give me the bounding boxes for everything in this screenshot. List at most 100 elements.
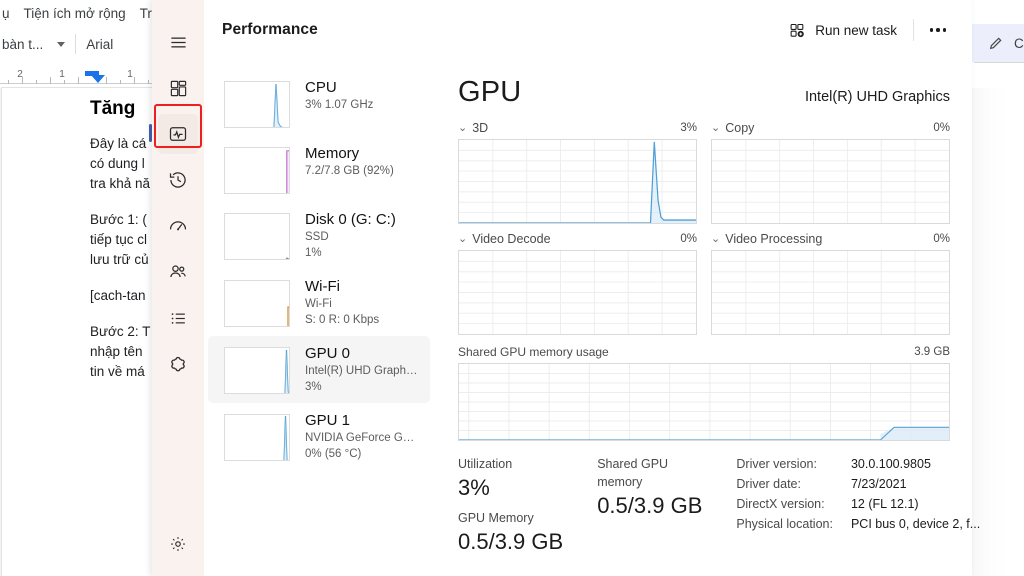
docs-style-dropdown[interactable]: bàn t... (2, 37, 66, 52)
sidebar-item-users[interactable] (158, 252, 198, 292)
engine-label: Copy (725, 121, 755, 135)
shared-memory-header: Shared GPU memory usage 3.9 GB (458, 345, 950, 359)
graph-canvas-copy (711, 139, 950, 224)
run-new-task-button[interactable]: Run new task (779, 16, 907, 45)
utilization-label: Utilization (458, 457, 513, 471)
docs-editing-mode-bar[interactable]: C (966, 24, 1024, 62)
sidebar-item-app-history[interactable] (158, 160, 198, 200)
cpu-thumbnail-chart (224, 81, 290, 128)
indent-marker[interactable] (91, 75, 105, 83)
list-item-cpu[interactable]: CPU 3% 1.07 GHz (208, 70, 430, 136)
docs-ruler[interactable]: 2 1 1 (0, 66, 160, 88)
device-detail-1: 7.2/7.8 GB (92%) (305, 165, 394, 177)
sidebar-item-services[interactable] (158, 344, 198, 384)
graph-canvas-video-processing (711, 250, 950, 335)
gpu-memory-value: 0.5/3.9 GB (458, 529, 564, 554)
docs-right-separator (974, 62, 1024, 63)
graph-canvas-3d (458, 139, 697, 224)
device-meta: Wi-Fi Wi-Fi S: 0 R: 0 Kbps (305, 277, 379, 328)
shared-memory-label: Shared GPU memory usage (458, 345, 609, 359)
docs-menu-item-1[interactable]: Tiện ích mở rộng (24, 6, 126, 21)
processes-icon (170, 80, 186, 96)
header-divider (913, 19, 914, 41)
ruler-tick (106, 77, 107, 84)
engine-graph-video-processing: ⌄ Video Processing 0% (711, 232, 950, 335)
graph-header[interactable]: ⌄ Copy 0% (711, 121, 950, 135)
users-icon (170, 265, 186, 278)
shared-memory-graph (458, 363, 950, 441)
ruler-tick (50, 77, 51, 84)
ruler-tick (36, 80, 37, 84)
gpu-detail-pane: GPU Intel(R) UHD Graphics ⌄ 3D 3% ⌄ Copy… (434, 60, 980, 576)
device-name: Disk 0 (G: C:) (305, 211, 396, 228)
speedometer-icon (169, 221, 187, 231)
device-name: GPU 1 (305, 412, 351, 429)
driver-info-table: Driver version: 30.0.100.9805 Driver dat… (736, 455, 980, 534)
engine-graph-video-decode: ⌄ Video Decode 0% (458, 232, 697, 335)
detail-title: GPU (458, 76, 522, 108)
ruler-tick (134, 77, 135, 84)
shared-gpu-memory-label: Shared GPU memory (597, 457, 669, 489)
graph-header[interactable]: ⌄ 3D 3% (458, 121, 697, 135)
services-gear-icon (171, 356, 185, 372)
docs-menu-item-0[interactable]: ụ (2, 6, 10, 21)
settings-button[interactable] (158, 524, 198, 564)
device-meta: Memory 7.2/7.8 GB (92%) (305, 144, 394, 179)
device-list[interactable]: CPU 3% 1.07 GHz Memory 7.2/7.8 GB (92%) (204, 60, 434, 576)
engine-label: 3D (472, 121, 489, 135)
ruler-tick (8, 80, 9, 84)
ruler-baseline (0, 83, 160, 84)
driver-version-value: 30.0.100.9805 (850, 457, 931, 471)
device-detail-1: SSD (305, 231, 329, 243)
gpu0-thumbnail-chart (224, 347, 290, 394)
directx-version-value: 12 (FL 12.1) (850, 497, 919, 511)
sidebar-item-processes[interactable] (158, 68, 198, 108)
graph-header[interactable]: ⌄ Video Decode 0% (458, 232, 697, 246)
sidebar-item-performance[interactable] (149, 114, 198, 154)
device-detail-2: 1% (305, 247, 322, 259)
graph-canvas-video-decode (458, 250, 697, 335)
wifi-thumbnail-chart (224, 280, 290, 327)
sidebar-item-startup-apps[interactable] (158, 206, 198, 246)
physical-location-value: PCI bus 0, device 2, f... (850, 517, 981, 531)
list-item-memory[interactable]: Memory 7.2/7.8 GB (92%) (208, 136, 430, 202)
device-name: CPU (305, 79, 337, 96)
engine-value: 0% (680, 233, 697, 245)
ruler-tick (64, 80, 65, 84)
ruler-tick (78, 77, 79, 84)
engine-graphs: ⌄ 3D 3% ⌄ Copy 0% ⌄ Video Decode 0% ⌄ Vi… (458, 121, 950, 335)
device-detail-1: Intel(R) UHD Graphics (305, 365, 420, 377)
more-options-icon (942, 28, 947, 32)
header-actions: Run new task (779, 0, 972, 60)
shared-memory-max: 3.9 GB (914, 346, 950, 358)
engine-value: 0% (933, 122, 950, 134)
driver-version-key: Driver version: (736, 457, 817, 471)
ruler-number-2: 2 (17, 69, 23, 80)
chevron-down-icon: ⌄ (458, 121, 468, 134)
docs-font-dropdown[interactable]: Arial (86, 37, 113, 52)
shared-memory-section: Shared GPU memory usage 3.9 GB (458, 345, 950, 441)
list-item-gpu-1[interactable]: GPU 1 NVIDIA GeForce GTX... 0% (56 °C) (208, 403, 430, 470)
toolbar-divider (75, 34, 77, 54)
task-manager-window: Performance Run new task CPU 3% 1.07 GHz… (149, 0, 980, 576)
list-icon (171, 312, 185, 324)
nav-rail (149, 0, 204, 576)
device-detail-1: NVIDIA GeForce GTX... (305, 432, 420, 444)
docs-menu-item-2[interactable]: Tr (140, 6, 152, 21)
run-new-task-label: Run new task (815, 22, 897, 38)
more-options-button[interactable] (920, 14, 956, 46)
driver-date-key: Driver date: (736, 477, 801, 491)
page-title: Performance (222, 21, 318, 38)
docs-page[interactable]: Tăng Đây là cá có dung l tra khả nă Bước… (2, 88, 160, 576)
window-header: Performance Run new task (204, 0, 972, 60)
list-item-gpu-0[interactable]: GPU 0 Intel(R) UHD Graphics 3% (208, 336, 430, 403)
engine-value: 0% (933, 233, 950, 245)
disk-thumbnail-chart (224, 213, 290, 260)
device-meta: GPU 0 Intel(R) UHD Graphics 3% (305, 344, 420, 395)
list-item-disk[interactable]: Disk 0 (G: C:) SSD 1% (208, 202, 430, 269)
hamburger-menu-button[interactable] (158, 22, 198, 62)
directx-version-key: DirectX version: (736, 497, 825, 511)
sidebar-item-details[interactable] (158, 298, 198, 338)
graph-header[interactable]: ⌄ Video Processing 0% (711, 232, 950, 246)
list-item-wifi[interactable]: Wi-Fi Wi-Fi S: 0 R: 0 Kbps (208, 269, 430, 336)
